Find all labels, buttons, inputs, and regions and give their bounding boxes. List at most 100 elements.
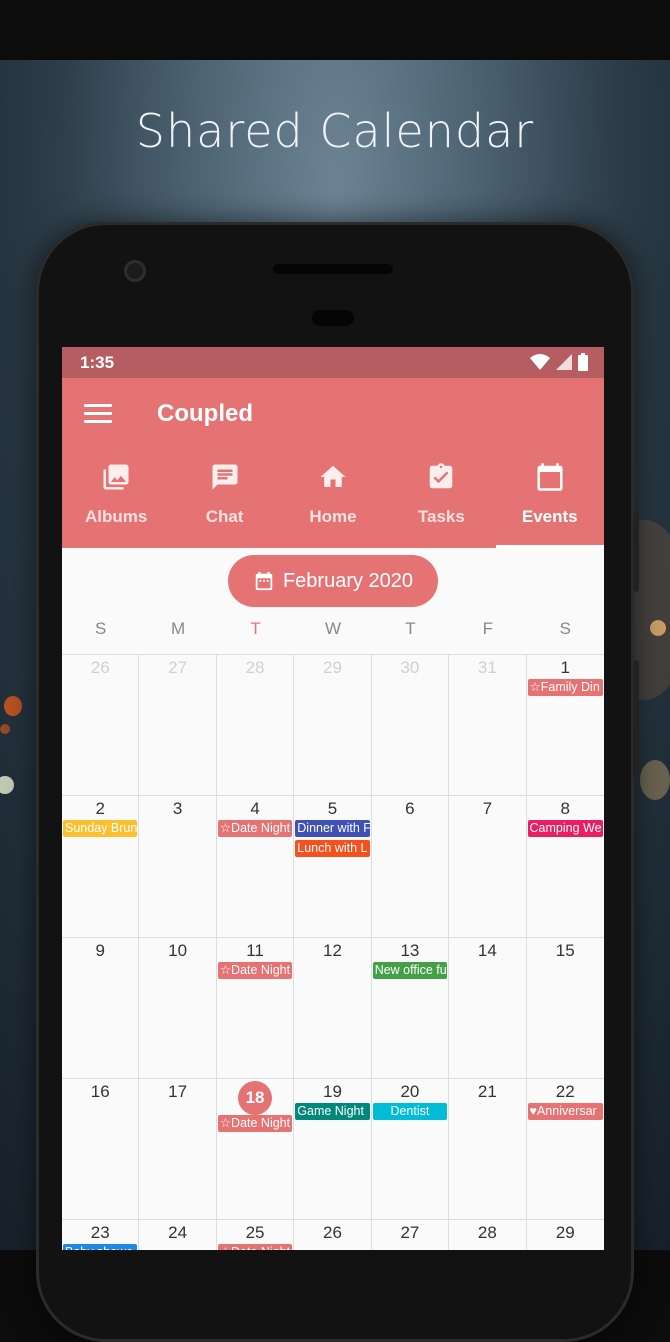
marketing-headline: Shared Calendar — [135, 104, 535, 158]
weekday-label: M — [171, 619, 186, 638]
event-chip[interactable]: ♥Anniversar — [527, 1102, 603, 1120]
tab-label-albums: Albums — [85, 507, 148, 526]
calendar-week-row: 2 Sunday Brun 3 4 ☆Date Night 5 Dinner with F L… — [62, 795, 604, 937]
day-number: 10 — [168, 940, 188, 960]
day-number: 7 — [482, 799, 493, 819]
day-number: 6 — [405, 799, 415, 819]
event-chip[interactable]: Camping We — [527, 820, 603, 838]
tab-chat[interactable]: Chat — [170, 462, 278, 548]
day-number: 8 — [560, 799, 570, 819]
calendar-day-cell[interactable]: 21 — [449, 1077, 527, 1220]
proximity-sensor — [312, 310, 354, 326]
day-number: 29 — [555, 1223, 575, 1243]
day-number: 27 — [400, 1223, 420, 1243]
calendar-day-cell[interactable]: 17 — [139, 1077, 217, 1220]
calendar-day-cell[interactable]: 28 — [216, 654, 295, 796]
day-number: 30 — [400, 658, 420, 677]
calendar-day-cell[interactable]: 8 Camping We — [526, 795, 604, 936]
day-number: 29 — [323, 658, 342, 677]
day-number: 12 — [323, 940, 342, 960]
weekday-label: F — [482, 619, 494, 638]
event-chip[interactable]: ☆Date Night — [217, 820, 293, 838]
day-number: 24 — [168, 1223, 188, 1243]
day-number: 14 — [477, 940, 497, 960]
calendar-week-row: 9 10 11 ☆Date Night 12 13 New office fu 14 15 — [62, 936, 604, 1078]
phone-screen: 1:35 Coupled Albums Chat Home Tasks Even… — [62, 347, 604, 1250]
event-chip[interactable]: Dinner with F — [295, 820, 370, 838]
day-number: 20 — [400, 1081, 420, 1101]
day-number: 26 — [323, 1223, 342, 1243]
weekday-header: SMTWTFS — [62, 619, 604, 639]
battery-icon — [578, 353, 588, 371]
event-chip[interactable]: Lunch with L — [295, 840, 370, 858]
weekday-label: W — [324, 619, 341, 638]
calendar-day-cell[interactable]: 4 ☆Date Night — [216, 795, 295, 937]
assignment-check-icon — [430, 463, 453, 489]
status-bar: 1:35 — [62, 347, 604, 378]
calendar-day-cell[interactable]: 22 ♥Anniversar — [526, 1077, 604, 1219]
day-number: 17 — [168, 1081, 188, 1101]
photo-library-icon — [103, 464, 129, 490]
calendar-day-cell[interactable]: 2 Sunday Brun — [62, 795, 140, 937]
calendar-day-cell[interactable]: 27 — [139, 654, 217, 796]
calendar-day-cell[interactable]: 26 — [294, 1219, 372, 1250]
day-number: 2 — [95, 799, 105, 819]
calendar-day-cell[interactable]: 16 — [62, 1077, 140, 1220]
calendar-day-cell[interactable]: 12 — [294, 936, 372, 1078]
calendar-day-cell[interactable]: 18 ☆Date Night — [216, 1077, 295, 1220]
calendar-day-cell[interactable]: 6 — [371, 795, 450, 937]
calendar-day-cell[interactable]: 11 ☆Date Night — [216, 936, 295, 1078]
calendar-day-cell[interactable]: 1 ☆Family Din — [526, 654, 604, 795]
day-number: 31 — [477, 658, 497, 677]
tab-home[interactable]: Home — [279, 462, 387, 548]
calendar-day-cell[interactable]: 25☆Date Night — [216, 1219, 295, 1250]
event-chip[interactable]: Baby showe — [63, 1244, 138, 1250]
day-number: 25 — [245, 1223, 265, 1243]
calendar-day-cell[interactable]: 5 Dinner with F Lunch with L — [294, 795, 372, 937]
calendar-week-row: 16 17 18 ☆Date Night 19 Game Night 20 Dentist 21… — [62, 1077, 604, 1220]
event-chip[interactable]: ☆Family Din — [527, 679, 603, 696]
event-chip[interactable]: ☆Date Night — [217, 1114, 293, 1132]
tab-tasks[interactable]: Tasks — [387, 462, 495, 548]
calendar-day-cell[interactable]: 23Baby showe — [62, 1219, 140, 1250]
tab-albums[interactable]: Albums — [62, 462, 170, 548]
calendar-day-cell[interactable]: 14 — [449, 936, 527, 1078]
calendar-day-cell[interactable]: 29 — [526, 1219, 604, 1250]
weekday-label: S — [95, 619, 107, 638]
calendar-day-cell[interactable]: 7 — [449, 795, 527, 937]
calendar-day-cell[interactable]: 29 — [294, 654, 372, 796]
event-chip[interactable]: Sunday Brun — [63, 820, 138, 838]
calendar-day-cell[interactable]: 26 — [62, 654, 140, 796]
day-number: 16 — [90, 1081, 110, 1101]
selected-day-number: 18 — [238, 1080, 273, 1115]
home-icon — [320, 465, 346, 487]
event-chip[interactable]: New office fu — [372, 961, 448, 979]
calendar-day-cell[interactable]: 24 — [139, 1219, 217, 1250]
day-number: 1 — [560, 658, 570, 677]
cell-signal-icon — [556, 354, 572, 370]
event-chip[interactable]: ☆Date Night — [217, 1244, 293, 1250]
day-number: 27 — [168, 658, 188, 677]
calendar-day-cell[interactable]: 9 — [62, 936, 140, 1078]
calendar-day-cell[interactable]: 27 — [371, 1219, 450, 1250]
month-selector-button[interactable]: February 2020 — [228, 555, 438, 607]
calendar-day-cell[interactable]: 28 — [449, 1219, 527, 1250]
day-number: 23 — [90, 1223, 110, 1243]
calendar-day-cell[interactable]: 19 Game Night — [294, 1077, 372, 1220]
tab-events[interactable]: Events — [495, 462, 604, 548]
day-number: 22 — [555, 1081, 575, 1101]
event-chip[interactable]: Game Night — [295, 1102, 370, 1120]
calendar-day-cell[interactable]: 31 — [449, 654, 527, 796]
calendar-day-cell[interactable]: 10 — [139, 936, 217, 1078]
calendar-day-cell[interactable]: 20 Dentist — [371, 1077, 450, 1220]
event-chip[interactable]: ☆Date Night — [217, 961, 293, 979]
wifi-icon — [530, 354, 550, 370]
calendar-day-cell[interactable]: 3 — [139, 795, 217, 937]
calendar-day-cell[interactable]: 30 — [371, 654, 450, 796]
app-bar: Coupled Albums Chat Home Tasks Events — [62, 378, 604, 548]
event-chip[interactable]: Dentist — [372, 1102, 448, 1120]
calendar-day-cell[interactable]: 15 — [526, 936, 604, 1078]
menu-icon[interactable] — [84, 404, 112, 426]
calendar-day-cell[interactable]: 13 New office fu — [371, 936, 450, 1078]
day-number: 4 — [250, 799, 260, 819]
